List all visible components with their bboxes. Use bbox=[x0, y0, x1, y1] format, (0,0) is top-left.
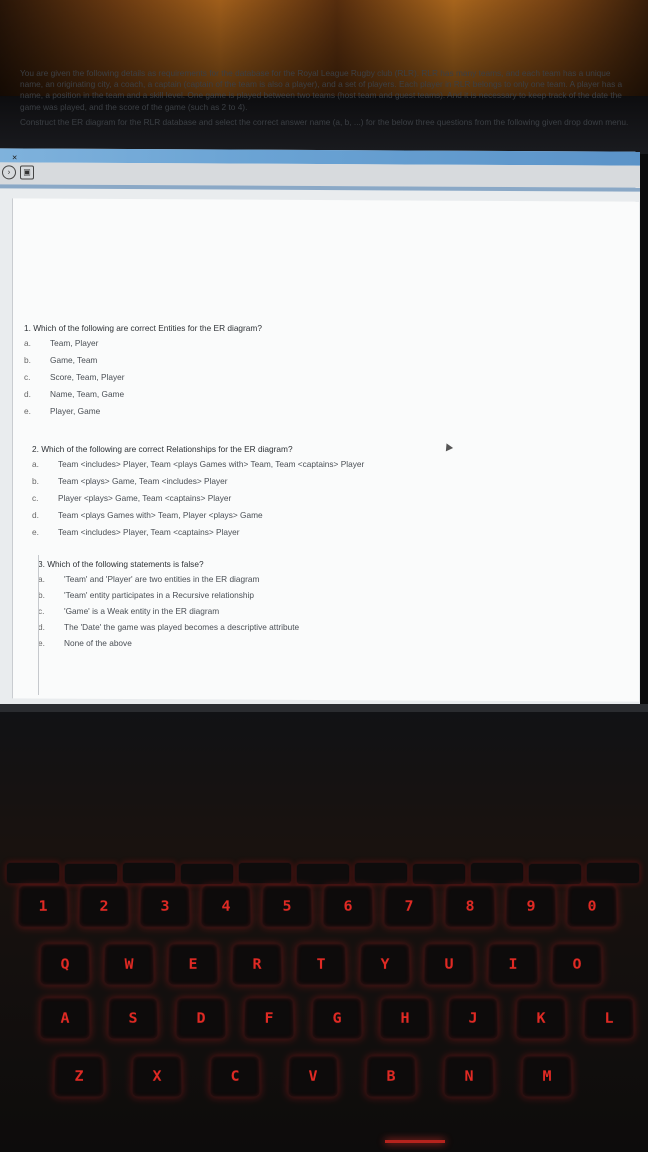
key-z[interactable]: Z bbox=[53, 1055, 105, 1098]
function-key[interactable] bbox=[470, 862, 524, 884]
option-2d[interactable]: d. Team <plays Games with> Team, Player <… bbox=[32, 510, 622, 527]
key-c[interactable]: C bbox=[209, 1055, 261, 1098]
function-key[interactable] bbox=[64, 863, 118, 885]
key-g[interactable]: G bbox=[311, 997, 363, 1040]
key-e[interactable]: E bbox=[167, 943, 219, 986]
key-l[interactable]: L bbox=[583, 997, 635, 1040]
question-intro: You are given the following details as r… bbox=[20, 68, 632, 132]
function-key[interactable] bbox=[354, 862, 408, 884]
question-2-text: 2. Which of the following are correct Re… bbox=[32, 444, 293, 454]
key-5[interactable]: 5 bbox=[261, 885, 313, 928]
close-icon[interactable]: × bbox=[12, 152, 17, 162]
key-m[interactable]: M bbox=[521, 1055, 573, 1098]
key-i[interactable]: I bbox=[487, 943, 539, 986]
option-1e[interactable]: e. Player, Game bbox=[24, 406, 624, 423]
key-t[interactable]: T bbox=[295, 943, 347, 986]
function-key[interactable] bbox=[296, 863, 350, 885]
function-key[interactable] bbox=[528, 863, 582, 885]
keyboard-glow-strip bbox=[385, 1140, 445, 1143]
key-b[interactable]: B bbox=[365, 1055, 417, 1098]
function-key[interactable] bbox=[412, 863, 466, 885]
key-h[interactable]: H bbox=[379, 997, 431, 1040]
key-k[interactable]: K bbox=[515, 997, 567, 1040]
key-0[interactable]: 0 bbox=[566, 885, 618, 928]
question-1: 1. Which of the following are correct En… bbox=[24, 323, 624, 423]
key-d[interactable]: D bbox=[175, 997, 227, 1040]
key-o[interactable]: O bbox=[551, 943, 603, 986]
question-1-text: 1. Which of the following are correct En… bbox=[24, 323, 262, 333]
key-j[interactable]: J bbox=[447, 997, 499, 1040]
question-2: 2. Which of the following are correct Re… bbox=[32, 444, 622, 544]
key-n[interactable]: N bbox=[443, 1055, 495, 1098]
key-7[interactable]: 7 bbox=[383, 885, 435, 928]
key-1[interactable]: 1 bbox=[17, 885, 69, 928]
key-q[interactable]: Q bbox=[39, 943, 91, 986]
key-y[interactable]: Y bbox=[359, 943, 411, 986]
key-s[interactable]: S bbox=[107, 997, 159, 1040]
key-9[interactable]: 9 bbox=[505, 885, 557, 928]
key-f[interactable]: F bbox=[243, 997, 295, 1040]
navigation-icon[interactable]: › bbox=[2, 165, 16, 180]
key-x[interactable]: X bbox=[131, 1055, 183, 1098]
key-2[interactable]: 2 bbox=[78, 885, 130, 928]
option-2a[interactable]: a. Team <includes> Player, Team <plays Ga… bbox=[32, 459, 622, 476]
option-1b[interactable]: b. Game, Team bbox=[24, 355, 624, 372]
function-key[interactable] bbox=[122, 862, 176, 884]
key-3[interactable]: 3 bbox=[139, 885, 191, 928]
option-1a[interactable]: a. Team, Player bbox=[24, 338, 624, 355]
option-2c[interactable]: c. Player <plays> Game, Team <captains> P… bbox=[32, 493, 622, 510]
document-icon[interactable]: ▣ bbox=[20, 165, 34, 180]
function-key[interactable] bbox=[586, 862, 640, 884]
key-w[interactable]: W bbox=[103, 943, 155, 986]
key-r[interactable]: R bbox=[231, 943, 283, 986]
option-1c[interactable]: c. Score, Team, Player bbox=[24, 372, 624, 389]
function-key[interactable] bbox=[6, 862, 60, 884]
key-a[interactable]: A bbox=[39, 997, 91, 1040]
key-u[interactable]: U bbox=[423, 943, 475, 986]
key-6[interactable]: 6 bbox=[322, 885, 374, 928]
key-4[interactable]: 4 bbox=[200, 885, 252, 928]
option-1d[interactable]: d. Name, Team, Game bbox=[24, 389, 624, 406]
option-2b[interactable]: b. Team <plays> Game, Team <includes> Pla… bbox=[32, 476, 622, 493]
question-3-frame bbox=[38, 555, 635, 695]
intro-paragraph: You are given the following details as r… bbox=[20, 68, 623, 112]
option-2e[interactable]: e. Team <includes> Player, Team <captains… bbox=[32, 527, 622, 544]
function-key[interactable] bbox=[238, 862, 292, 884]
key-8[interactable]: 8 bbox=[444, 885, 496, 928]
function-key[interactable] bbox=[180, 863, 234, 885]
instructions-paragraph: Construct the ER diagram for the RLR dat… bbox=[20, 116, 629, 127]
key-v[interactable]: V bbox=[287, 1055, 339, 1098]
screen-edge bbox=[0, 704, 648, 712]
